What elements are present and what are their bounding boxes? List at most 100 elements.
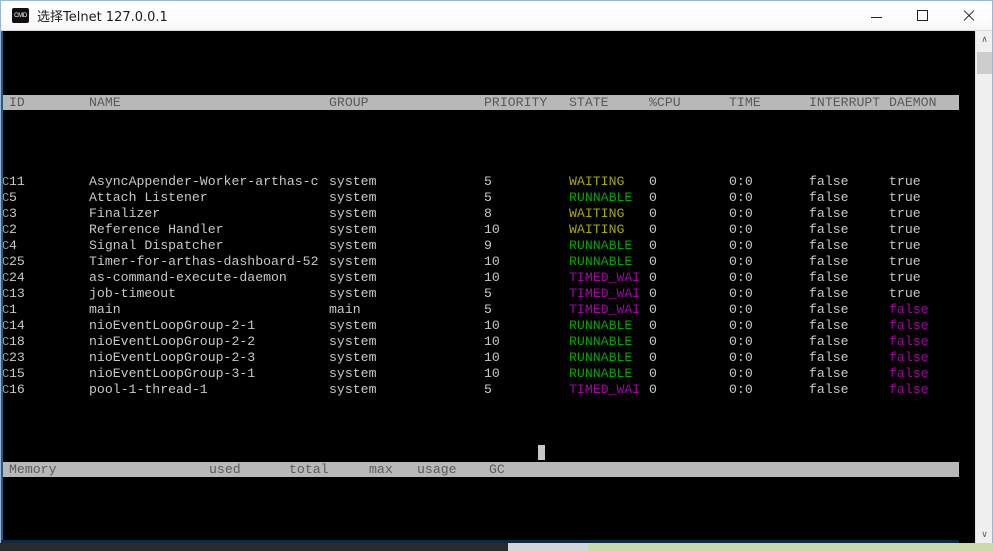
cell-group: system	[329, 382, 377, 397]
left-edge-clipped-glyph: C	[2, 320, 9, 332]
cell-name: Attach Listener	[89, 190, 208, 205]
cell-interrupt: false	[809, 270, 849, 285]
cell-group: system	[329, 238, 377, 253]
cell-daemon: false	[889, 350, 929, 365]
cell-state: WAITING	[569, 206, 625, 221]
scroll-down-arrow-icon[interactable]: ∨	[976, 526, 992, 543]
cell-name: nioEventLoopGroup-2-1	[89, 318, 256, 333]
cell-cpu: 0	[649, 286, 657, 301]
cell-daemon: true	[889, 190, 921, 205]
scroll-up-arrow-icon[interactable]: ∧	[976, 31, 992, 48]
left-edge-clipped-glyph: C	[2, 208, 9, 220]
col-header-state: STATE	[569, 95, 609, 110]
cell-state: TIMED_WAI	[569, 286, 641, 301]
table-row: C 4 Signal Dispatcher system 9 RUNNABLE 0 0:0 fa…	[1, 238, 959, 254]
cell-daemon: true	[889, 286, 921, 301]
cell-interrupt: false	[809, 190, 849, 205]
cell-priority: 10	[484, 366, 500, 381]
cell-id: 25	[9, 254, 25, 269]
cell-group: system	[329, 190, 377, 205]
cell-cpu: 0	[649, 206, 657, 221]
cell-state: RUNNABLE	[569, 334, 633, 349]
cell-priority: 5	[484, 302, 492, 317]
console-scrollbar[interactable]: ∧ ∨	[975, 31, 992, 543]
cell-id: 24	[9, 270, 25, 285]
cell-group: main	[329, 302, 361, 317]
cell-daemon: true	[889, 270, 921, 285]
cell-name: Signal Dispatcher	[89, 238, 224, 253]
cell-interrupt: false	[809, 238, 849, 253]
close-button[interactable]	[945, 1, 991, 30]
cell-interrupt: false	[809, 318, 849, 333]
cell-id: 3	[9, 206, 17, 221]
col-header-interrupt: INTERRUPT	[809, 95, 881, 110]
cell-name: AsyncAppender-Worker-arthas-c	[89, 174, 319, 189]
cell-time: 0:0	[729, 238, 753, 253]
cell-priority: 5	[484, 382, 492, 397]
cell-time: 0:0	[729, 302, 753, 317]
col-header-memory: Memory	[9, 462, 57, 477]
left-edge-clipped-glyph: C	[2, 176, 9, 188]
table-row: C 14 nioEventLoopGroup-2-1 system 10 RUNNABLE…	[1, 318, 959, 334]
cell-time: 0:0	[729, 318, 753, 333]
cell-cpu: 0	[649, 190, 657, 205]
cell-state: WAITING	[569, 174, 625, 189]
cell-group: system	[329, 270, 377, 285]
cell-priority: 5	[484, 174, 492, 189]
cell-daemon: true	[889, 206, 921, 221]
cell-id: 4	[9, 238, 17, 253]
cell-daemon: false	[889, 382, 929, 397]
col-header-max: max	[369, 462, 393, 477]
cell-id: 2	[9, 222, 17, 237]
col-header-time: TIME	[729, 95, 761, 110]
cell-time: 0:0	[729, 254, 753, 269]
cell-name: as-command-execute-daemon	[89, 270, 287, 285]
cell-state: RUNNABLE	[569, 318, 633, 333]
left-edge-clipped-glyph: C	[2, 256, 9, 268]
cell-interrupt: false	[809, 366, 849, 381]
maximize-button[interactable]	[899, 1, 945, 30]
cell-id: 11	[9, 174, 25, 189]
left-edge-clipped-glyph: C	[2, 192, 9, 204]
cell-cpu: 0	[649, 366, 657, 381]
col-header-gc: GC	[489, 462, 505, 477]
left-edge-clipped-glyph: C	[2, 304, 9, 316]
minimize-button[interactable]	[853, 1, 899, 30]
left-edge-clipped-glyph: C	[2, 368, 9, 380]
cell-daemon: false	[889, 318, 929, 333]
table-row: C 23 nioEventLoopGroup-2-3 system 10 RUNNABLE…	[1, 350, 959, 366]
cell-priority: 10	[484, 334, 500, 349]
cell-priority: 10	[484, 318, 500, 333]
col-header-priority: PRIORITY	[484, 95, 548, 110]
col-header-used: used	[209, 462, 241, 477]
console-area[interactable]: ID NAME GROUP PRIORITY STATE %CPU TIME I…	[1, 31, 992, 543]
cell-time: 0:0	[729, 190, 753, 205]
close-icon	[962, 9, 975, 22]
cell-name: Reference Handler	[89, 222, 224, 237]
cell-cpu: 0	[649, 174, 657, 189]
telnet-console-window: CMD 选择Telnet 127.0.0.1 ID NAME GROUP PRI…	[0, 0, 993, 543]
table-row: C 15 nioEventLoopGroup-3-1 system 10 RUNNABLE…	[1, 366, 959, 382]
cell-name: pool-1-thread-1	[89, 382, 208, 397]
cell-group: system	[329, 318, 377, 333]
terminal-output[interactable]: ID NAME GROUP PRIORITY STATE %CPU TIME I…	[1, 31, 959, 543]
cell-group: system	[329, 222, 377, 237]
cell-time: 0:0	[729, 222, 753, 237]
col-header-id: ID	[9, 95, 25, 110]
window-title-bar[interactable]: CMD 选择Telnet 127.0.0.1	[1, 1, 992, 31]
cell-daemon: true	[889, 222, 921, 237]
memory-table-header: Memory used total max usage GC	[1, 462, 959, 477]
cell-state: RUNNABLE	[569, 254, 633, 269]
scrollbar-thumb[interactable]	[977, 52, 992, 74]
col-header-daemon: DAEMON	[889, 95, 937, 110]
cell-id: 1	[9, 302, 17, 317]
table-row: C 25 Timer-for-arthas-dashboard-52 system 10…	[1, 254, 959, 270]
cell-state: TIMED_WAI	[569, 270, 641, 285]
cell-name: nioEventLoopGroup-2-2	[89, 334, 256, 349]
console-left-edge	[1, 31, 3, 543]
cell-id: 13	[9, 286, 25, 301]
cell-cpu: 0	[649, 270, 657, 285]
cell-name: nioEventLoopGroup-3-1	[89, 366, 256, 381]
cell-id: 15	[9, 366, 25, 381]
cell-id: 23	[9, 350, 25, 365]
